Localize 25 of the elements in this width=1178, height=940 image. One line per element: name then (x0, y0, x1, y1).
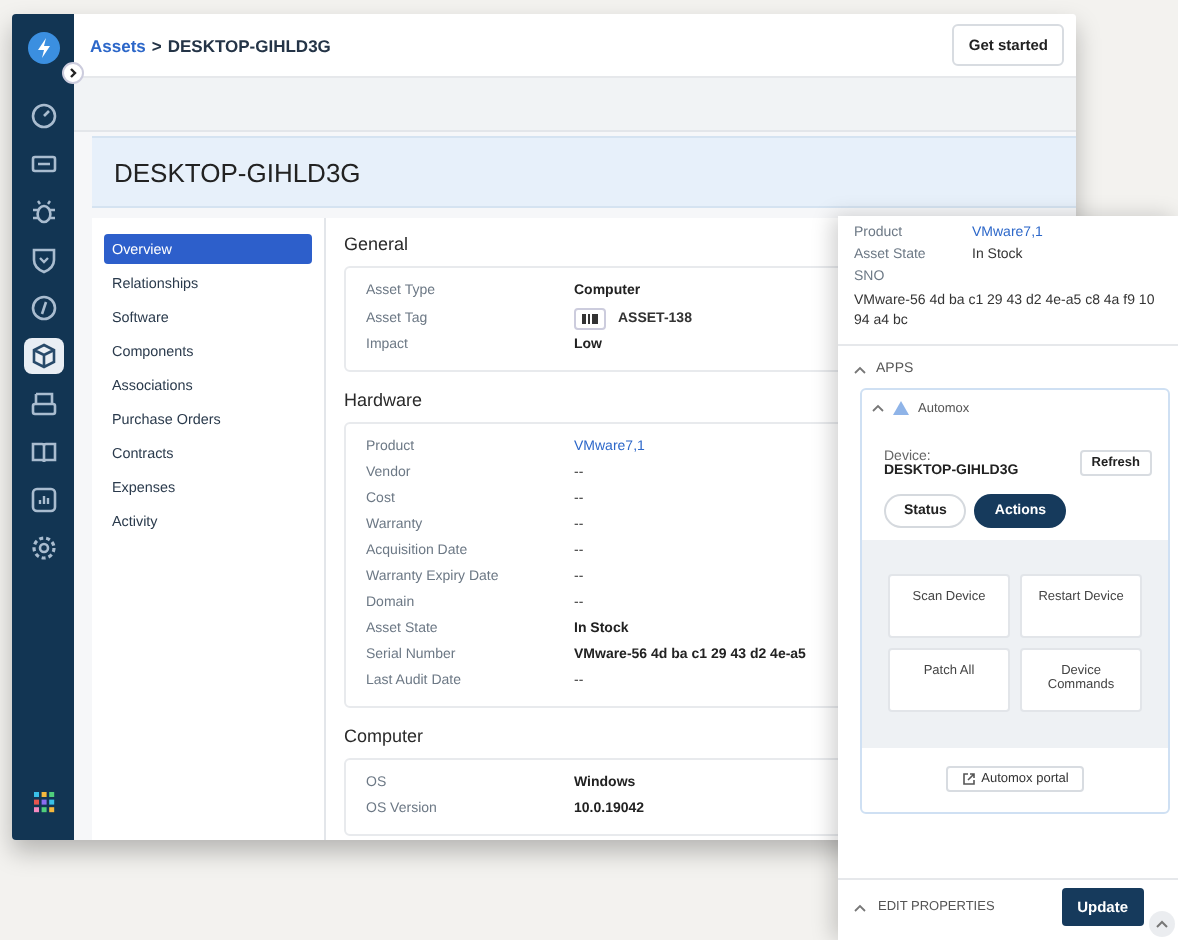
tray-icon (27, 388, 59, 420)
section-title: General (344, 234, 409, 254)
rail-item[interactable] (23, 30, 63, 66)
bug-icon (27, 196, 59, 228)
chevron-up-icon[interactable] (872, 404, 884, 412)
chevron-up-icon[interactable] (854, 903, 866, 911)
external-link-icon (961, 772, 976, 786)
cube-icon (27, 340, 59, 372)
logo-icon (27, 32, 59, 64)
breadcrumb-current: DESKTOP-GIHLD3G (167, 35, 331, 55)
rail-item[interactable] (23, 338, 63, 374)
settings-icon (27, 532, 59, 564)
breadcrumb-separator: > (151, 35, 162, 55)
section-title: Hardware (344, 390, 423, 410)
scroll-top-icon[interactable] (1148, 910, 1176, 938)
chevron-up-icon[interactable] (854, 365, 866, 373)
page-title: DESKTOP-GIHLD3G (92, 136, 1076, 208)
breadcrumb-link[interactable]: Assets (90, 35, 146, 55)
barcode-icon (574, 308, 606, 330)
gauge-icon (27, 100, 59, 132)
triangle-logo-icon (892, 400, 910, 416)
chart-icon (27, 484, 59, 516)
shield-icon (27, 244, 59, 276)
coin-icon (27, 292, 59, 324)
section-title: Computer (344, 726, 424, 746)
